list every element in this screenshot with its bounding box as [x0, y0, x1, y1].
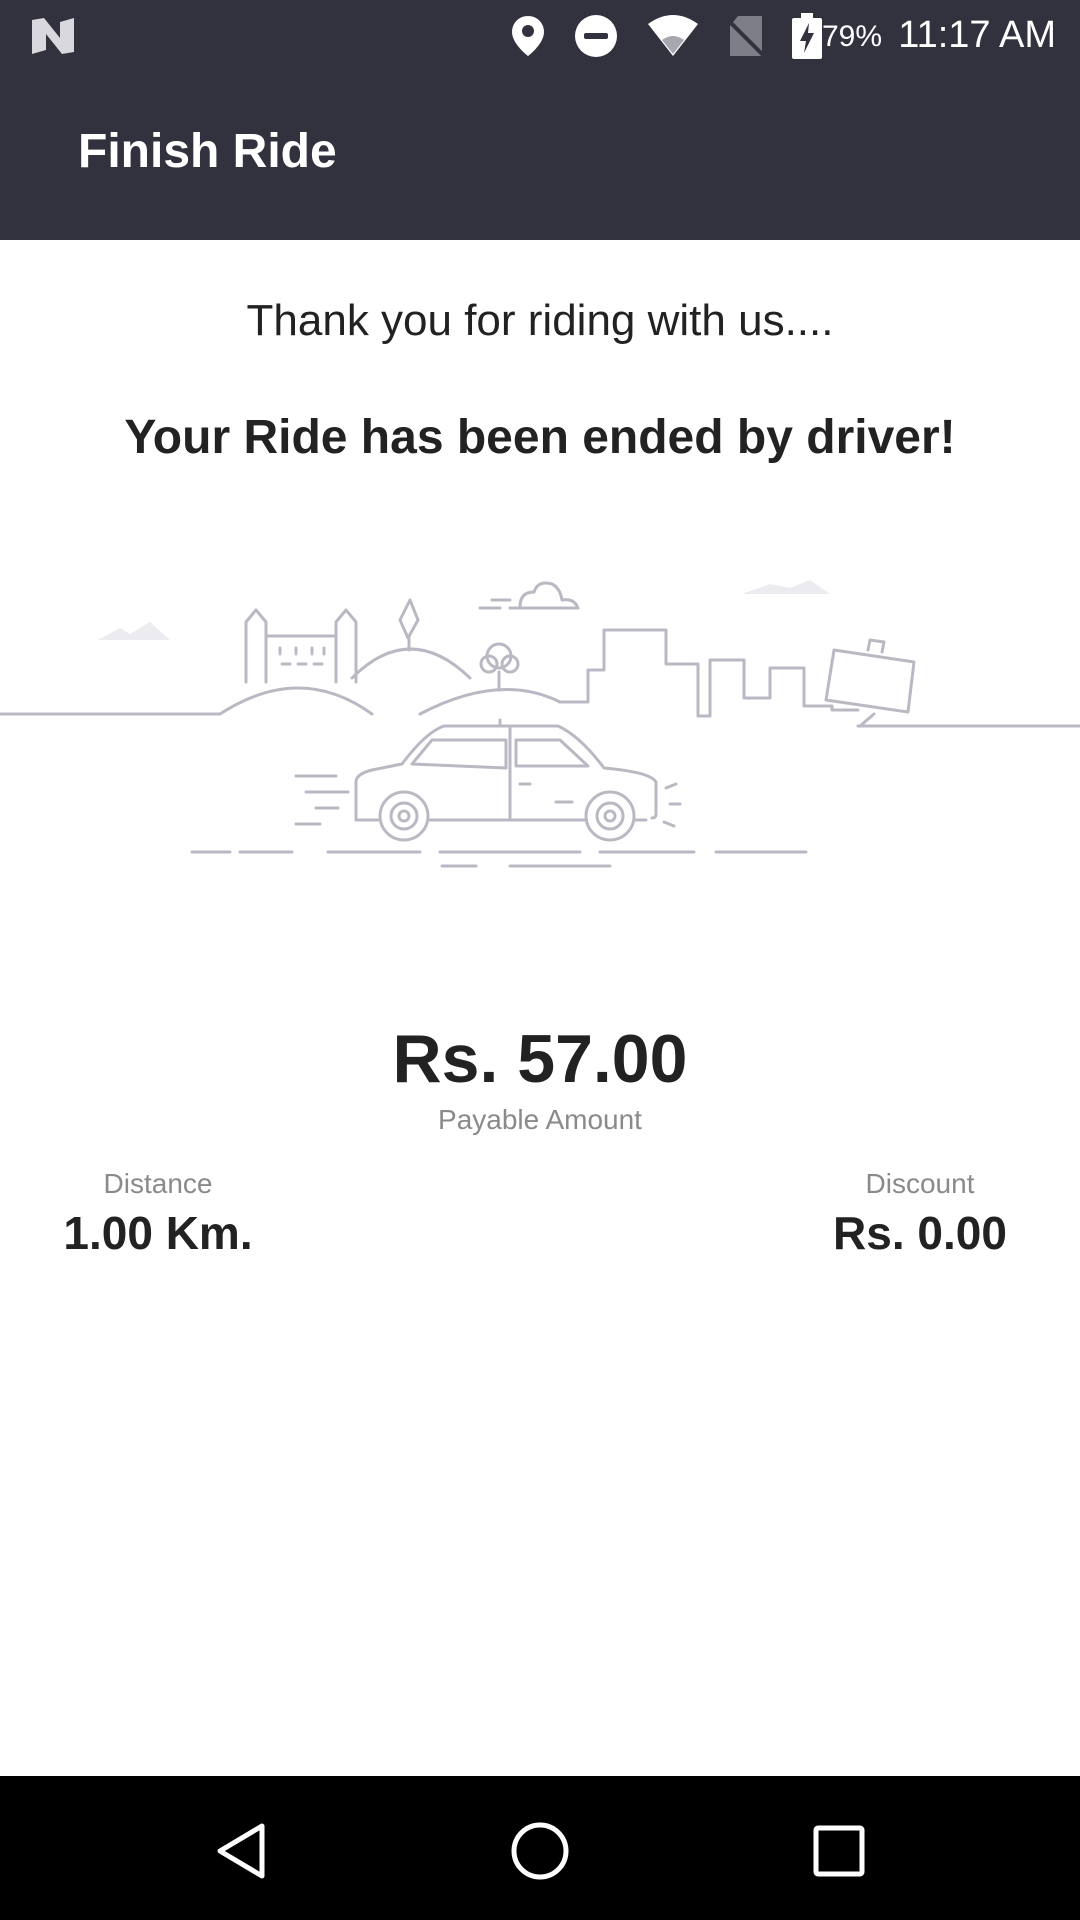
clock: 11:17 AM	[898, 14, 1056, 56]
finish-ride-content: Thank you for riding with us.... Your Ri…	[0, 240, 1080, 1776]
no-sim-icon	[728, 16, 764, 58]
distance-label: Distance	[103, 1168, 213, 1199]
location-pin-icon	[512, 16, 544, 56]
back-icon[interactable]	[206, 1816, 276, 1886]
city-car-illustration	[0, 580, 1080, 868]
recents-icon[interactable]	[804, 1816, 874, 1886]
payable-amount: Rs. 57.00	[392, 1021, 688, 1097]
payable-amount-label: Payable Amount	[438, 1104, 642, 1135]
status-bar: 79% 11:17 AM	[0, 0, 1080, 72]
navigation-bar	[0, 1776, 1080, 1920]
ride-ended-message: Your Ride has been ended by driver!	[124, 411, 956, 464]
discount-value: Rs. 0.00	[833, 1207, 1007, 1259]
discount-label: Discount	[865, 1168, 975, 1199]
do-not-disturb-icon	[575, 15, 617, 57]
distance-stat: Distance 1.00 Km.	[58, 1168, 258, 1260]
battery-percent: 79%	[822, 20, 883, 53]
home-icon[interactable]	[505, 1816, 575, 1886]
notification-n-icon	[32, 18, 74, 54]
page-title: Finish Ride	[78, 125, 337, 178]
app-bar: Finish Ride	[0, 72, 1080, 240]
wifi-icon	[648, 15, 698, 56]
thanks-message: Thank you for riding with us....	[246, 296, 834, 345]
discount-stat: Discount Rs. 0.00	[820, 1168, 1020, 1260]
battery-charging-icon	[792, 13, 822, 59]
distance-value: 1.00 Km.	[63, 1207, 253, 1259]
